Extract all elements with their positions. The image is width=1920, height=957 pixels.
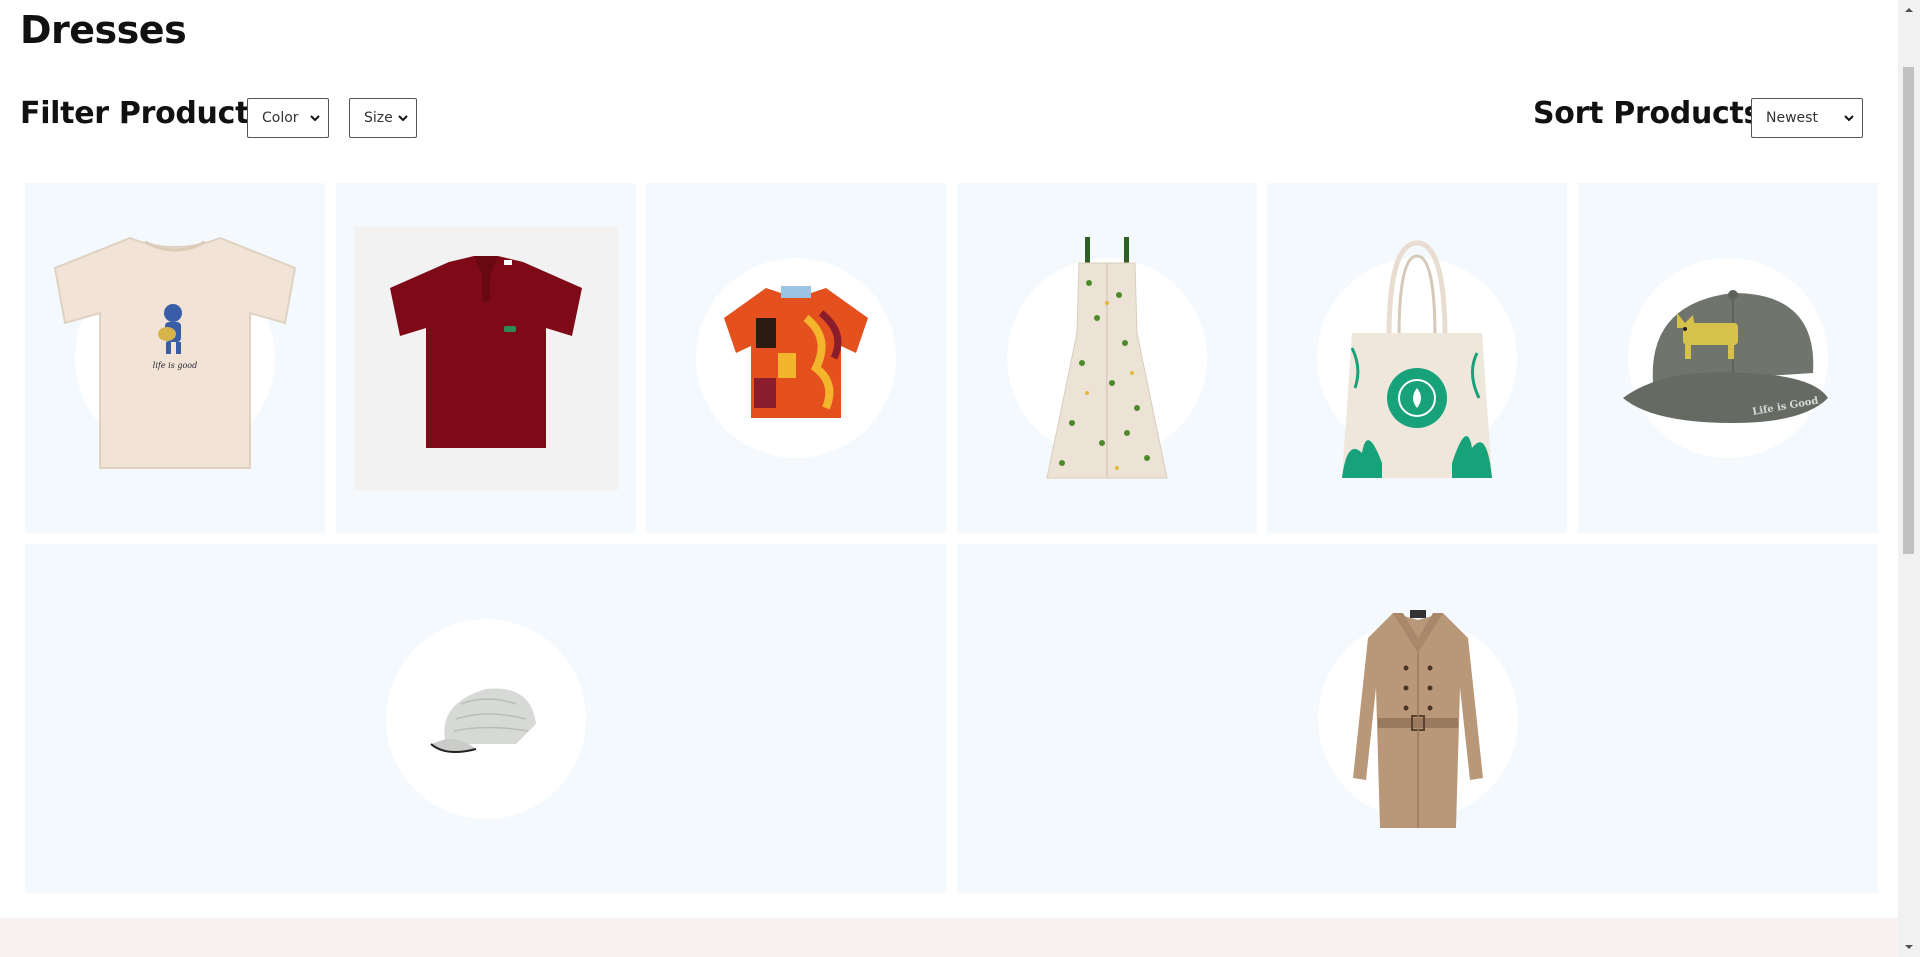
tshirt-print-text: life is good	[153, 361, 197, 370]
floral-dress-icon	[1046, 237, 1168, 479]
product-card-trench-coat[interactable]	[957, 544, 1878, 893]
scroll-down-arrow-icon[interactable]	[1903, 941, 1915, 953]
product-card-white-cap[interactable]	[25, 544, 946, 893]
chevron-down-icon	[398, 115, 408, 122]
scrollbar-thumb[interactable]	[1903, 67, 1914, 554]
size-filter-select[interactable]: Size	[349, 98, 417, 138]
tote-bag-icon	[1342, 240, 1492, 478]
gray-cap-icon: Life is Good	[1623, 290, 1828, 423]
color-filter-value: Color	[262, 110, 299, 126]
product-card-gray-cap[interactable]: Life is Good	[1578, 183, 1878, 533]
product-card-tshirt[interactable]: life is good	[25, 183, 325, 533]
product-card-polo[interactable]	[336, 183, 636, 533]
white-cap-icon	[430, 688, 536, 754]
page-title: Dresses	[20, 8, 187, 52]
product-card-hawaiian-shirt[interactable]	[646, 183, 946, 533]
product-listing-page: Dresses Filter Products: Color Size Sort…	[0, 0, 1898, 957]
size-filter-value: Size	[364, 110, 393, 126]
scroll-up-arrow-icon[interactable]	[1903, 4, 1915, 16]
hawaiian-shirt-icon	[724, 286, 868, 418]
trench-coat-icon	[1353, 610, 1483, 828]
sort-select[interactable]: Newest	[1751, 98, 1863, 138]
chevron-down-icon	[310, 115, 320, 122]
chevron-down-icon	[1844, 115, 1854, 122]
color-filter-select[interactable]: Color	[247, 98, 329, 138]
polo-shirt-icon	[390, 256, 582, 448]
product-card-floral-dress[interactable]	[957, 183, 1257, 533]
product-card-tote-bag[interactable]	[1267, 183, 1567, 533]
tshirt-icon: life is good	[53, 236, 297, 469]
footer	[0, 918, 1898, 957]
filter-label: Filter Products:	[20, 96, 279, 131]
sort-label: Sort Products:	[1533, 96, 1773, 131]
sort-value: Newest	[1766, 110, 1818, 126]
